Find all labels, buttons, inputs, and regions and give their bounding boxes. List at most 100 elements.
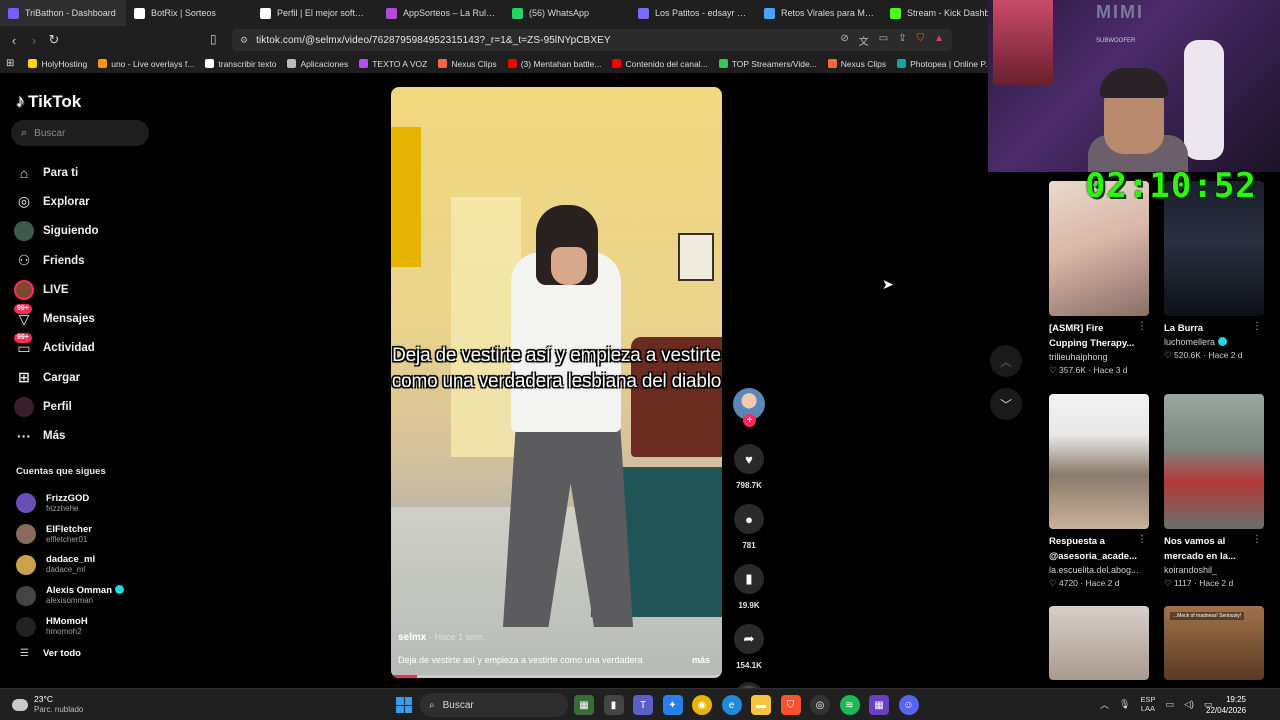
recommended-video-title[interactable]: Respuesta a @asesoria_acade...: [1049, 534, 1137, 564]
video-thumbnail[interactable]: ...Meck of madness! Seriously!: [1164, 606, 1264, 680]
wallpaper-app-icon[interactable]: ▦: [574, 695, 594, 715]
more-options-icon[interactable]: ⋮: [1252, 321, 1262, 332]
nav-item-más[interactable]: ··· Más: [14, 422, 154, 451]
network-icon[interactable]: ▭: [1165, 699, 1174, 710]
cast-icon[interactable]: ▭: [879, 33, 888, 48]
more-options-icon[interactable]: ⋮: [1137, 534, 1147, 545]
bookmark-item[interactable]: (3) Mentahan battle...: [507, 59, 601, 69]
recommended-video-author[interactable]: la.escuelita.del.abog...: [1049, 565, 1149, 575]
more-button[interactable]: más: [692, 655, 710, 665]
creator-avatar[interactable]: +: [733, 388, 765, 427]
rewards-icon[interactable]: ▲: [934, 33, 944, 48]
task-view-icon[interactable]: ▮: [603, 695, 624, 715]
reload-icon[interactable]: ↻: [44, 32, 64, 48]
recommended-video-author[interactable]: koirandoshil_: [1164, 565, 1264, 575]
spotify-icon[interactable]: ≋: [839, 695, 860, 715]
recommended-video-author-name[interactable]: luchomellera: [1164, 337, 1215, 347]
recommended-video[interactable]: [1049, 606, 1149, 680]
browser-tab[interactable]: BotRix | Sorteos: [126, 0, 252, 26]
recommended-video-author-name[interactable]: koirandoshil_: [1164, 565, 1217, 575]
edge-icon[interactable]: e: [721, 695, 742, 715]
recommended-video[interactable]: ⋮ Respuesta a @asesoria_acade... la.escuel…: [1049, 394, 1149, 589]
search-input[interactable]: ⌕ Buscar: [11, 120, 149, 146]
app-grid-icon[interactable]: ▦: [869, 695, 889, 715]
browser-tab[interactable]: Stream - Kick Dashbo: [882, 0, 988, 26]
video-thumbnail[interactable]: [1049, 394, 1149, 529]
browser-tab[interactable]: AppSorteos – La Ruleta de: [378, 0, 504, 26]
follow-plus-icon[interactable]: +: [743, 414, 756, 427]
recommended-video-title[interactable]: [ASMR] Fire Cupping Therapy...: [1049, 321, 1137, 351]
comment-action[interactable]: ● 781: [731, 504, 767, 550]
brave-shield-icon[interactable]: ⛉: [917, 33, 925, 48]
video-thumbnail[interactable]: [1049, 606, 1149, 680]
recommended-video-author[interactable]: luchomellera: [1164, 337, 1264, 347]
obs-icon[interactable]: ◎: [810, 695, 830, 715]
address-bar[interactable]: ⚙ tiktok.com/@selmx/video/76287959849523…: [232, 29, 952, 51]
nav-item-siguiendo[interactable]: ● Siguiendo: [14, 217, 154, 246]
bookmark-item[interactable]: uno - Live overlays f...: [98, 59, 194, 69]
video-progress-bar[interactable]: [391, 675, 722, 678]
save-action[interactable]: ▮ 19.9K: [731, 564, 767, 610]
file-explorer-icon[interactable]: ▬: [751, 695, 771, 715]
followed-account[interactable]: ElFletcher elfletcher01: [16, 519, 156, 550]
followed-account[interactable]: HMomoH hmomoh2: [16, 611, 156, 642]
bookmark-icon[interactable]: ▯: [210, 32, 217, 46]
recommended-video-title[interactable]: Nos vamos al mercado en la...: [1164, 534, 1252, 564]
bookmark-item[interactable]: Nexus Clips: [438, 59, 497, 69]
windows-start-icon[interactable]: [396, 697, 412, 713]
recommended-video-author-name[interactable]: la.escuelita.del.abog...: [1049, 565, 1139, 575]
video-author[interactable]: selmx · Hace 1 sem.: [398, 632, 485, 643]
followed-account[interactable]: dadace_ml dadace_ml: [16, 550, 156, 581]
recommended-video-author-name[interactable]: trilieuhaiphong: [1049, 352, 1108, 362]
url-text[interactable]: tiktok.com/@selmx/video/7628795984952315…: [256, 35, 611, 46]
bookmark-item[interactable]: Aplicaciones: [287, 59, 348, 69]
recommended-video[interactable]: ⋮ La Burra luchomellera ♡ 520.6K · Hace 2 d: [1164, 181, 1264, 361]
nav-item-mensajes[interactable]: ▽ 99+ Mensajes: [14, 304, 154, 333]
nav-item-para-ti[interactable]: ⌂ Para ti: [14, 158, 154, 187]
brave-icon[interactable]: ⛉: [780, 695, 801, 715]
video-thumbnail[interactable]: [1164, 394, 1264, 529]
more-options-icon[interactable]: ⋮: [1252, 534, 1262, 545]
nav-item-perfil[interactable]: ● Perfil: [14, 392, 154, 421]
browser-tab[interactable]: Los Patitos - edsayr quisp: [630, 0, 756, 26]
bookmark-item[interactable]: transcribir texto: [205, 59, 276, 69]
tray-expand-icon[interactable]: ︿: [1100, 698, 1109, 711]
bookmark-save-icon[interactable]: ▮: [734, 564, 764, 594]
video-player[interactable]: Deja de vestirte así y empieza a vestirt…: [391, 87, 722, 678]
more-options-icon[interactable]: ⋮: [1137, 321, 1147, 332]
nav-item-live[interactable]: ● LIVE: [14, 275, 154, 304]
share-arrow-icon[interactable]: ➦: [734, 624, 764, 654]
apps-grid-icon[interactable]: ⊞: [6, 58, 14, 69]
discord-icon[interactable]: ☺: [898, 695, 919, 715]
bookmark-item[interactable]: TOP Streamers/Vide...: [718, 59, 817, 69]
recommended-video[interactable]: ...Meck of madness! Seriously!: [1164, 606, 1264, 680]
microphone-icon[interactable]: 🎙: [1119, 699, 1130, 710]
language-indicator[interactable]: ESP LAA: [1140, 695, 1155, 713]
system-clock[interactable]: 19:25 22/04/2026: [1206, 694, 1246, 716]
followed-account[interactable]: FrizzGOD frizzhehe: [16, 488, 156, 519]
teams-icon[interactable]: T: [633, 695, 653, 715]
see-all-button[interactable]: ☰ Ver todo: [20, 648, 81, 659]
taskbar-search[interactable]: ⌕ Buscar: [420, 693, 568, 717]
weather-widget[interactable]: 23°C Parc. nublado: [12, 694, 83, 715]
nav-item-friends[interactable]: ⚇ Friends: [14, 246, 154, 275]
nav-item-explorar[interactable]: ◎ Explorar: [14, 187, 154, 216]
browser-tab[interactable]: Perfil | El mejor software p: [252, 0, 378, 26]
next-video-button[interactable]: ﹀: [990, 388, 1022, 420]
comment-icon[interactable]: ●: [734, 504, 764, 534]
bookmark-item[interactable]: TEXTO A VOZ: [359, 59, 427, 69]
tiktok-logo[interactable]: ♪ TikTok: [16, 91, 81, 112]
video-author-name[interactable]: selmx: [398, 632, 426, 643]
recommended-video-title[interactable]: La Burra: [1164, 321, 1252, 336]
like-action[interactable]: ♥ 798.7K: [731, 444, 767, 490]
site-info-icon[interactable]: ⚙: [240, 35, 248, 46]
forward-icon[interactable]: ›: [24, 33, 44, 48]
browser-tab[interactable]: Retos Virales para Mobile: [756, 0, 882, 26]
chrome-icon[interactable]: ◉: [692, 695, 712, 715]
copilot-icon[interactable]: ✦: [662, 695, 683, 715]
volume-icon[interactable]: ◁): [1184, 699, 1194, 710]
back-icon[interactable]: ‹: [4, 33, 24, 48]
nav-item-cargar[interactable]: ⊞ Cargar: [14, 363, 154, 392]
followed-account[interactable]: Alexis Omman alexisomman: [16, 580, 156, 611]
recommended-video[interactable]: ⋮ Nos vamos al mercado en la... koirandosh…: [1164, 394, 1264, 589]
